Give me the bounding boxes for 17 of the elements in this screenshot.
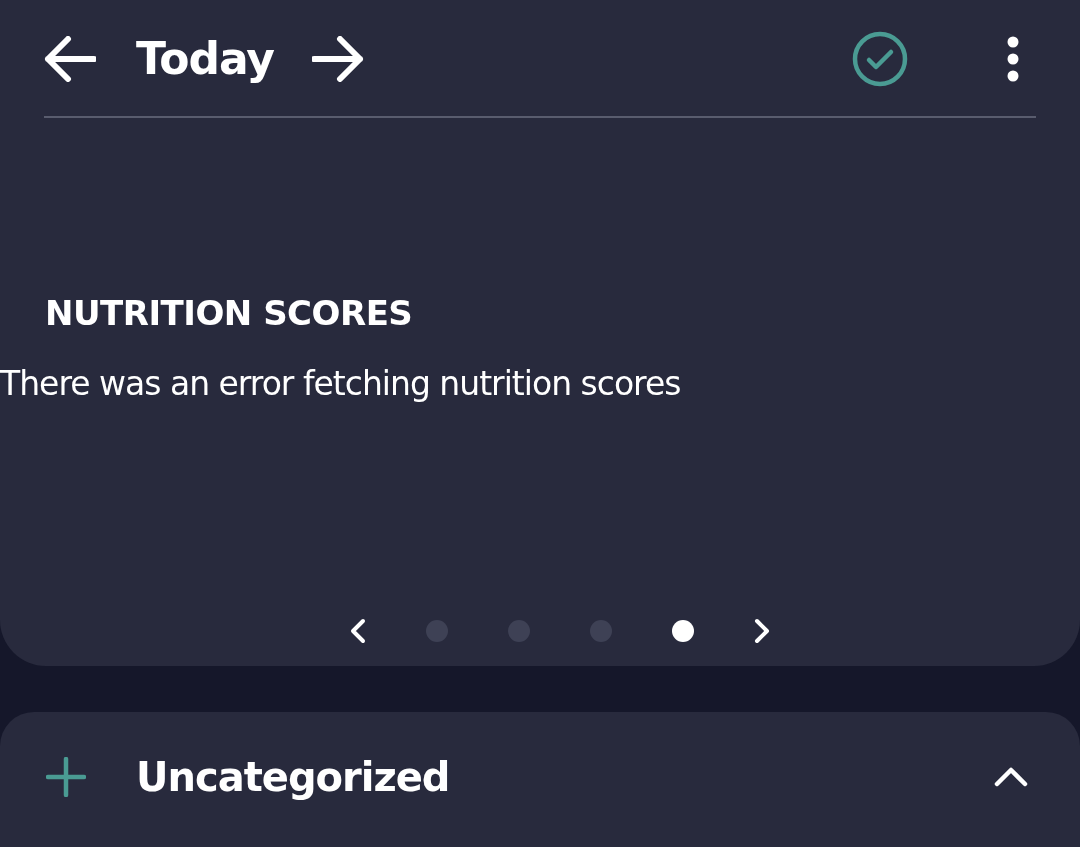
date-title: Today — [136, 32, 274, 86]
category-name: Uncategorized — [136, 753, 450, 802]
plus-icon[interactable] — [46, 757, 86, 797]
error-message: There was an error fetching nutrition scores — [0, 363, 682, 405]
page-dot[interactable] — [508, 620, 530, 642]
category-header[interactable]: Uncategorized — [0, 712, 1080, 847]
page-dot[interactable] — [672, 620, 694, 642]
page-dot[interactable] — [590, 620, 612, 642]
chevron-up-icon[interactable] — [994, 767, 1028, 787]
check-circle-icon[interactable] — [852, 31, 908, 87]
chevron-left-icon[interactable] — [350, 618, 366, 644]
more-options-icon[interactable] — [1006, 36, 1020, 82]
page-dot[interactable] — [426, 620, 448, 642]
section-title: NUTRITION SCORES — [45, 292, 414, 335]
back-arrow-icon[interactable] — [44, 36, 96, 82]
chevron-right-icon[interactable] — [754, 618, 770, 644]
forward-arrow-icon[interactable] — [311, 36, 364, 82]
